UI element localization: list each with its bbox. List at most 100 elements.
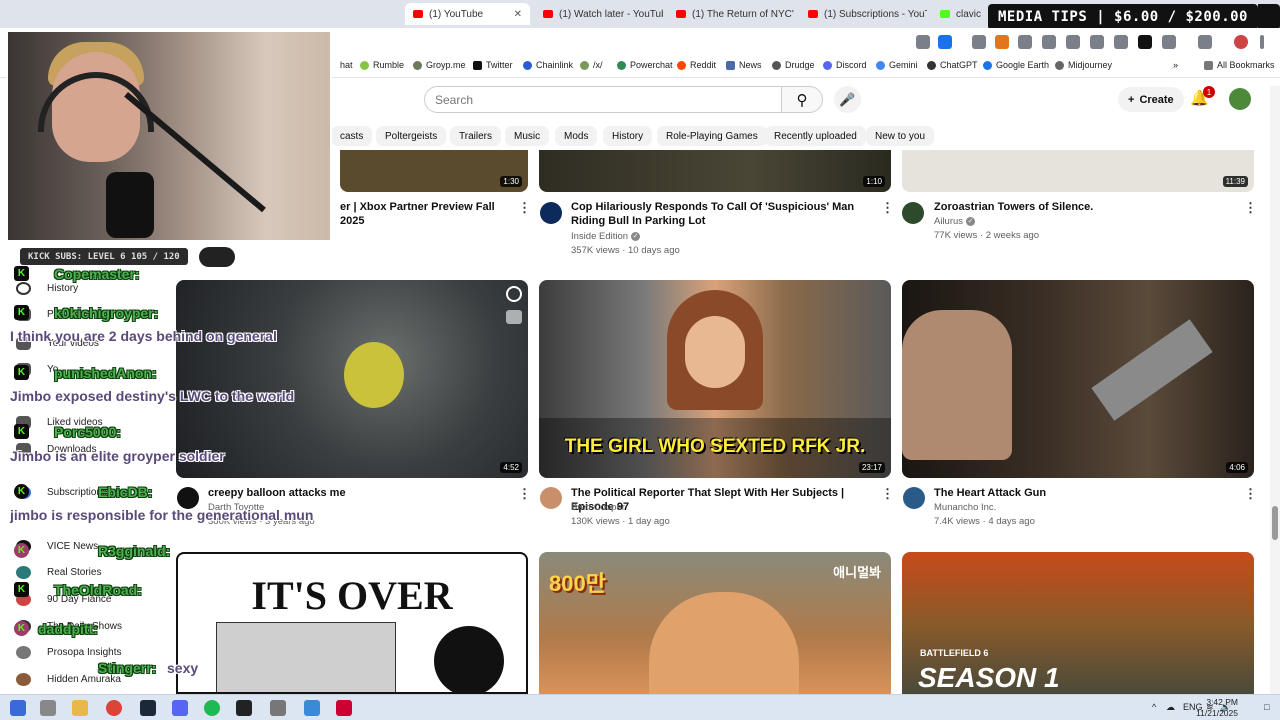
video-title[interactable]: creepy balloon attacks me bbox=[208, 486, 508, 500]
add-to-queue-icon[interactable] bbox=[506, 310, 522, 324]
page-scrollbar[interactable] bbox=[1270, 86, 1280, 694]
file-explorer-icon[interactable] bbox=[72, 700, 88, 716]
telegram-icon[interactable] bbox=[304, 700, 320, 716]
video-thumbnail[interactable]: BATTLEFIELD 6 SEASON 1 bbox=[902, 552, 1254, 694]
extension-icon[interactable] bbox=[1114, 35, 1128, 49]
bookmark-hat[interactable]: hat bbox=[340, 60, 353, 70]
channel-avatar[interactable] bbox=[903, 487, 925, 509]
more-options-icon[interactable]: ⋮ bbox=[881, 200, 894, 216]
video-thumbnail[interactable]: THE GIRL WHO SEXTED RFK JR. 23:17 bbox=[539, 280, 891, 478]
chip-history[interactable]: History bbox=[603, 126, 653, 146]
network-icon[interactable]: ☁ bbox=[1166, 702, 1175, 713]
extension-icon[interactable] bbox=[1090, 35, 1104, 49]
more-options-icon[interactable]: ⋮ bbox=[518, 200, 531, 216]
screen-cast-icon[interactable] bbox=[916, 35, 930, 49]
x-icon[interactable] bbox=[1138, 35, 1152, 49]
channel-name[interactable]: Ailurus ✓ bbox=[934, 215, 976, 229]
video-thumbnail[interactable]: 800만 애니멀봐 bbox=[539, 552, 891, 694]
video-thumbnail[interactable]: 1:30 bbox=[340, 150, 528, 192]
bookmark-discord[interactable]: Discord bbox=[823, 60, 867, 70]
search-icon[interactable] bbox=[40, 700, 56, 716]
chip-poltergeists[interactable]: Poltergeists bbox=[376, 126, 447, 146]
bookmark-rumble[interactable]: Rumble bbox=[360, 60, 404, 70]
search-button[interactable]: ⚲ bbox=[781, 86, 823, 113]
video-title[interactable]: Zoroastrian Towers of Silence. bbox=[934, 200, 1234, 214]
more-options-icon[interactable]: ⋮ bbox=[881, 486, 894, 502]
discord-icon[interactable] bbox=[172, 700, 188, 716]
tab-clavic[interactable]: clavic bbox=[932, 3, 992, 25]
chip-recently-uploaded[interactable]: Recently uploaded bbox=[765, 126, 866, 146]
video-thumbnail[interactable]: 4:52 bbox=[176, 280, 528, 478]
scrollbar-thumb[interactable] bbox=[1272, 506, 1278, 540]
channel-name[interactable]: Munancho Inc. bbox=[934, 501, 996, 515]
chip-podcasts[interactable]: casts bbox=[331, 126, 373, 146]
menu-dots-icon[interactable] bbox=[1260, 35, 1264, 49]
channel-avatar[interactable] bbox=[540, 202, 562, 224]
bookmark-chainlink[interactable]: Chainlink bbox=[523, 60, 573, 70]
tab-youtube[interactable]: (1) YouTube ✕ bbox=[405, 3, 530, 25]
sidebar-icon[interactable] bbox=[1198, 35, 1212, 49]
extension-icon[interactable] bbox=[1042, 35, 1056, 49]
channel-name[interactable]: Brett Cooper bbox=[571, 501, 625, 515]
notification-icon[interactable]: □ bbox=[1264, 702, 1269, 712]
taskbar-clock[interactable]: 3:42 PM 11/21/2025 bbox=[1196, 697, 1238, 719]
video-thumbnail[interactable]: 1:10 bbox=[539, 150, 891, 192]
bookmark-google-earth[interactable]: Google Earth bbox=[983, 60, 1049, 70]
search-input[interactable]: Search bbox=[424, 86, 782, 113]
video-title[interactable]: The Heart Attack Gun bbox=[934, 486, 1234, 500]
bookmark-gemini[interactable]: Gemini bbox=[876, 60, 918, 70]
channel-avatar[interactable] bbox=[177, 487, 199, 509]
obs-icon[interactable] bbox=[236, 700, 252, 716]
create-button[interactable]: + Create bbox=[1118, 87, 1184, 112]
video-title[interactable]: er | Xbox Partner Preview Fall 2025 bbox=[340, 200, 510, 228]
close-icon[interactable]: ✕ bbox=[514, 9, 522, 20]
sidebar-channel-prosopa[interactable]: Prosopa Insights bbox=[16, 646, 122, 659]
bookmark-groyp[interactable]: Groyp.me bbox=[413, 60, 466, 70]
puzzle-icon[interactable] bbox=[1162, 35, 1176, 49]
tray-arrow-icon[interactable]: ^ bbox=[1152, 702, 1156, 712]
account-avatar[interactable] bbox=[1229, 88, 1251, 110]
extension-icon[interactable] bbox=[972, 35, 986, 49]
more-options-icon[interactable]: ⋮ bbox=[1244, 486, 1257, 502]
tab-watch-later[interactable]: (1) Watch later - YouTube ✕ bbox=[535, 3, 663, 25]
chip-trailers[interactable]: Trailers bbox=[450, 126, 501, 146]
sidebar-item-history[interactable]: History bbox=[16, 282, 78, 295]
channel-avatar[interactable] bbox=[540, 487, 562, 509]
video-thumbnail[interactable]: IT'S OVER bbox=[176, 552, 528, 694]
more-options-icon[interactable]: ⋮ bbox=[518, 486, 531, 502]
shield-icon[interactable] bbox=[1018, 35, 1032, 49]
metamask-icon[interactable] bbox=[995, 35, 1009, 49]
watch-later-icon[interactable] bbox=[506, 286, 522, 302]
chip-music[interactable]: Music bbox=[505, 126, 550, 146]
bookmark-star-icon[interactable] bbox=[938, 35, 952, 49]
app-icon[interactable] bbox=[336, 700, 352, 716]
tab-subscriptions[interactable]: (1) Subscriptions - YouT ✕ bbox=[800, 3, 927, 25]
bookmark-news[interactable]: News bbox=[726, 60, 762, 70]
all-bookmarks-button[interactable]: All Bookmarks bbox=[1204, 60, 1275, 70]
chip-role-playing-games[interactable]: Role-Playing Games bbox=[657, 126, 767, 146]
chip-new-to-you[interactable]: New to you bbox=[866, 126, 935, 146]
bookmark-x-board[interactable]: /x/ bbox=[580, 60, 603, 70]
spotify-icon[interactable] bbox=[204, 700, 220, 716]
video-thumbnail[interactable]: 11:39 bbox=[902, 150, 1254, 192]
windows-start-icon[interactable] bbox=[10, 700, 26, 716]
bookmarks-overflow-button[interactable]: » bbox=[1173, 60, 1178, 70]
video-thumbnail[interactable]: 4:06 bbox=[902, 280, 1254, 478]
profile-icon[interactable] bbox=[1234, 35, 1248, 49]
channel-name[interactable]: Inside Edition ✓ bbox=[571, 230, 641, 244]
bookmark-powerchat[interactable]: Powerchat bbox=[617, 60, 673, 70]
more-options-icon[interactable]: ⋮ bbox=[1244, 200, 1257, 216]
bookmark-twitter[interactable]: Twitter bbox=[473, 60, 513, 70]
chip-mods[interactable]: Mods bbox=[555, 126, 598, 146]
tab-return-nyc[interactable]: (1) The Return of NYC's ✕ bbox=[668, 3, 794, 25]
video-title[interactable]: Cop Hilariously Responds To Call Of 'Sus… bbox=[571, 200, 871, 228]
extension-icon[interactable] bbox=[1066, 35, 1080, 49]
bookmark-drudge[interactable]: Drudge bbox=[772, 60, 815, 70]
bookmark-midjourney[interactable]: Midjourney bbox=[1055, 60, 1112, 70]
voice-search-button[interactable]: 🎤 bbox=[834, 86, 861, 113]
sidebar-item-subscriptions[interactable]: Subscriptions bbox=[16, 486, 107, 499]
chrome-icon[interactable] bbox=[106, 700, 122, 716]
channel-avatar[interactable] bbox=[902, 202, 924, 224]
steam-icon[interactable] bbox=[140, 700, 156, 716]
app-icon[interactable] bbox=[270, 700, 286, 716]
